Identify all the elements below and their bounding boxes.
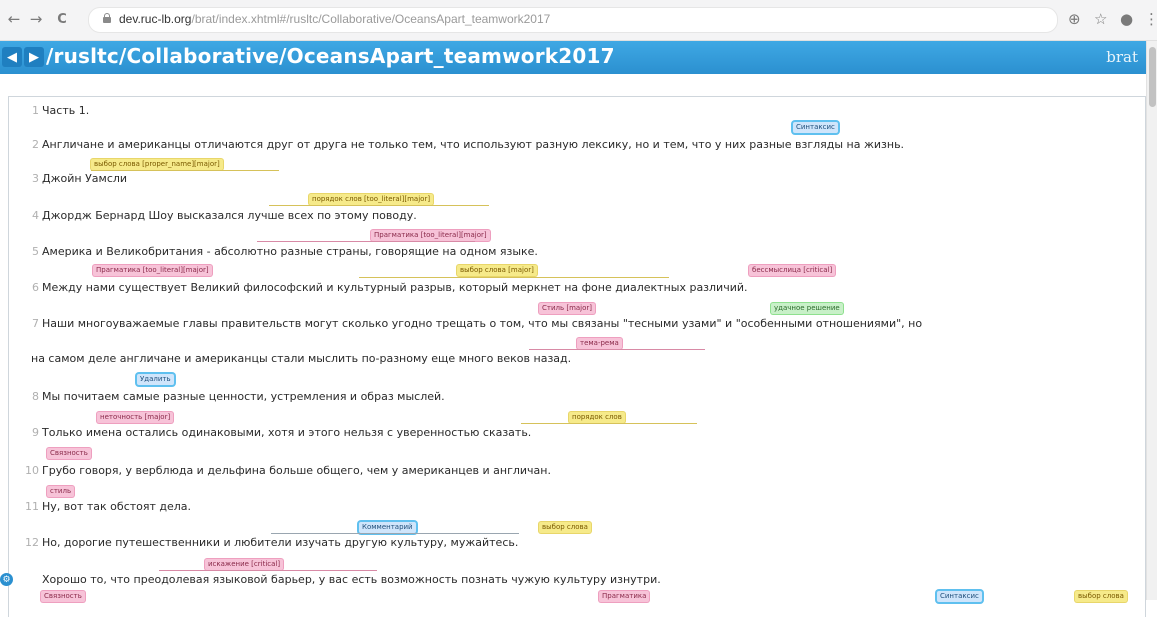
line-text[interactable]: Только имена остались одинаковыми, хотя … [42, 424, 531, 442]
browser-toolbar: ← → C dev.ruc-lb.org/brat/index.xhtml#/r… [0, 0, 1157, 41]
text-line[interactable]: 2 Англичане и американцы отличаются друг… [9, 136, 1139, 154]
line-number: 9 [32, 426, 39, 439]
annotation-label[interactable]: выбор слова [major] [457, 265, 537, 276]
line-number: 8 [32, 390, 39, 403]
line-text[interactable]: Между нами существует Великий философски… [42, 279, 748, 297]
text-line[interactable]: 1 Часть 1. [9, 102, 1139, 120]
address-bar[interactable]: dev.ruc-lb.org/brat/index.xhtml#/rusltc/… [88, 7, 1058, 33]
line-number: 10 [25, 464, 39, 477]
text-line[interactable]: Хорошо то, что преодолевая языковой барь… [9, 571, 1139, 589]
menu-icon[interactable]: ⋮ [1144, 9, 1157, 29]
line-text[interactable]: Джойн Уамсли [42, 170, 127, 188]
annotation-label[interactable]: удачное решение [771, 303, 843, 314]
line-text[interactable]: Наши многоуважаемые главы правительств м… [42, 315, 922, 333]
annotation-label[interactable]: выбор слова [539, 522, 591, 533]
scroll-thumb[interactable] [1149, 47, 1156, 107]
text-line[interactable]: на самом деле англичане и американцы ста… [9, 350, 1139, 368]
annotation-label[interactable]: Стиль [major] [539, 303, 596, 314]
annotation-label[interactable]: Синтаксис [937, 591, 982, 602]
annotation-label[interactable]: порядок слов [too_literal][major] [309, 194, 434, 205]
text-line[interactable]: 11 Ну, вот так обстоят дела. [9, 498, 1139, 516]
annotation-label[interactable]: Связность [41, 591, 85, 602]
line-number: 12 [25, 536, 39, 549]
text-line[interactable]: 8 Мы почитаем самые разные ценности, уст… [9, 388, 1139, 406]
url-host: dev.ruc-lb.org [119, 12, 192, 26]
annotation-underline [269, 205, 489, 206]
line-number: 6 [32, 281, 39, 294]
line-text[interactable]: Часть 1. [42, 102, 89, 120]
annotation-label[interactable]: неточность [major] [97, 412, 174, 423]
scrollbar[interactable] [1146, 41, 1157, 600]
next-document-button[interactable]: ▶ [24, 47, 44, 67]
zoom-icon[interactable]: ⊕ [1068, 9, 1081, 29]
text-line[interactable]: 7 Наши многоуважаемые главы правительств… [9, 315, 1139, 333]
line-number: 1 [32, 104, 39, 117]
line-text[interactable]: Мы почитаем самые разные ценности, устре… [42, 388, 445, 406]
url-text: dev.ruc-lb.org/brat/index.xhtml#/rusltc/… [119, 12, 550, 26]
annotation-underline [257, 241, 475, 242]
text-line[interactable]: 3 Джойн Уамсли [9, 170, 1139, 188]
url-path: /brat/index.xhtml#/rusltc/Collaborative/… [191, 12, 551, 26]
line-text[interactable]: Ну, вот так обстоят дела. [42, 498, 191, 516]
line-text[interactable]: Но, дорогие путешественники и любители и… [42, 534, 518, 552]
line-number: 5 [32, 245, 39, 258]
reload-icon[interactable]: C [52, 9, 72, 29]
gear-icon[interactable]: ⚙ [0, 573, 13, 586]
account-icon[interactable]: ● [1120, 9, 1133, 29]
annotation-editor[interactable]: 1 Часть 1. Синтаксис 2 Англичане и амери… [8, 96, 1146, 617]
annotation-label[interactable]: стиль [47, 486, 75, 497]
annotation-label[interactable]: Прагматика [too_literal][major] [371, 230, 490, 241]
annotation-underline [359, 277, 669, 278]
annotation-label[interactable]: выбор слова [proper_name][major] [91, 159, 223, 170]
line-text[interactable]: Хорошо то, что преодолевая языковой барь… [42, 571, 661, 589]
back-icon[interactable]: ← [4, 9, 24, 29]
line-number: 3 [32, 172, 39, 185]
line-number: 11 [25, 500, 39, 513]
annotation-label[interactable]: Связность [47, 448, 91, 459]
prev-document-button[interactable]: ◀ [2, 47, 22, 67]
line-number: 2 [32, 138, 39, 151]
annotation-label[interactable]: бессмыслица [critical] [749, 265, 836, 276]
text-line[interactable]: 12 Но, дорогие путешественники и любител… [9, 534, 1139, 552]
annotation-label[interactable]: выбор слова [1075, 591, 1127, 602]
line-text[interactable]: Грубо говоря, у верблюда и дельфина боль… [42, 462, 551, 480]
text-line[interactable]: 9 Только имена остались одинаковыми, хот… [9, 424, 1139, 442]
lock-icon [103, 13, 111, 23]
document-path: /rusltc/Collaborative/OceansApart_teamwo… [46, 44, 615, 68]
line-text[interactable]: Америка и Великобритания - абсолютно раз… [42, 243, 538, 261]
line-text[interactable]: Джордж Бернард Шоу высказался лучше всех… [42, 207, 417, 225]
annotation-label[interactable]: порядок слов [569, 412, 625, 423]
annotation-label[interactable]: Прагматика [599, 591, 650, 602]
line-number: 4 [32, 209, 39, 222]
annotation-label[interactable]: Удалить [137, 374, 174, 385]
forward-icon[interactable]: → [26, 9, 46, 29]
annotation-label[interactable]: Комментарий [359, 522, 416, 533]
annotation-label[interactable]: искажение [critical] [205, 559, 284, 570]
document-header: ◀ ▶ /rusltc/Collaborative/OceansApart_te… [0, 41, 1146, 74]
line-text[interactable]: на самом деле англичане и американцы ста… [31, 350, 571, 368]
annotation-label[interactable]: тема-рема [577, 338, 622, 349]
star-icon[interactable]: ☆ [1094, 9, 1107, 29]
text-line[interactable]: 4 Джордж Бернард Шоу высказался лучше вс… [9, 207, 1139, 225]
text-line[interactable]: 10 Грубо говоря, у верблюда и дельфина б… [9, 462, 1139, 480]
annotation-label[interactable]: Синтаксис [793, 122, 838, 133]
text-line[interactable]: 5 Америка и Великобритания - абсолютно р… [9, 243, 1139, 261]
brat-logo[interactable]: brat [1106, 48, 1138, 66]
text-line[interactable]: 6 Между нами существует Великий философс… [9, 279, 1139, 297]
annotation-label[interactable]: Прагматика [too_literal][major] [93, 265, 212, 276]
line-number: 7 [32, 317, 39, 330]
line-text[interactable]: Англичане и американцы отличаются друг о… [42, 136, 904, 154]
